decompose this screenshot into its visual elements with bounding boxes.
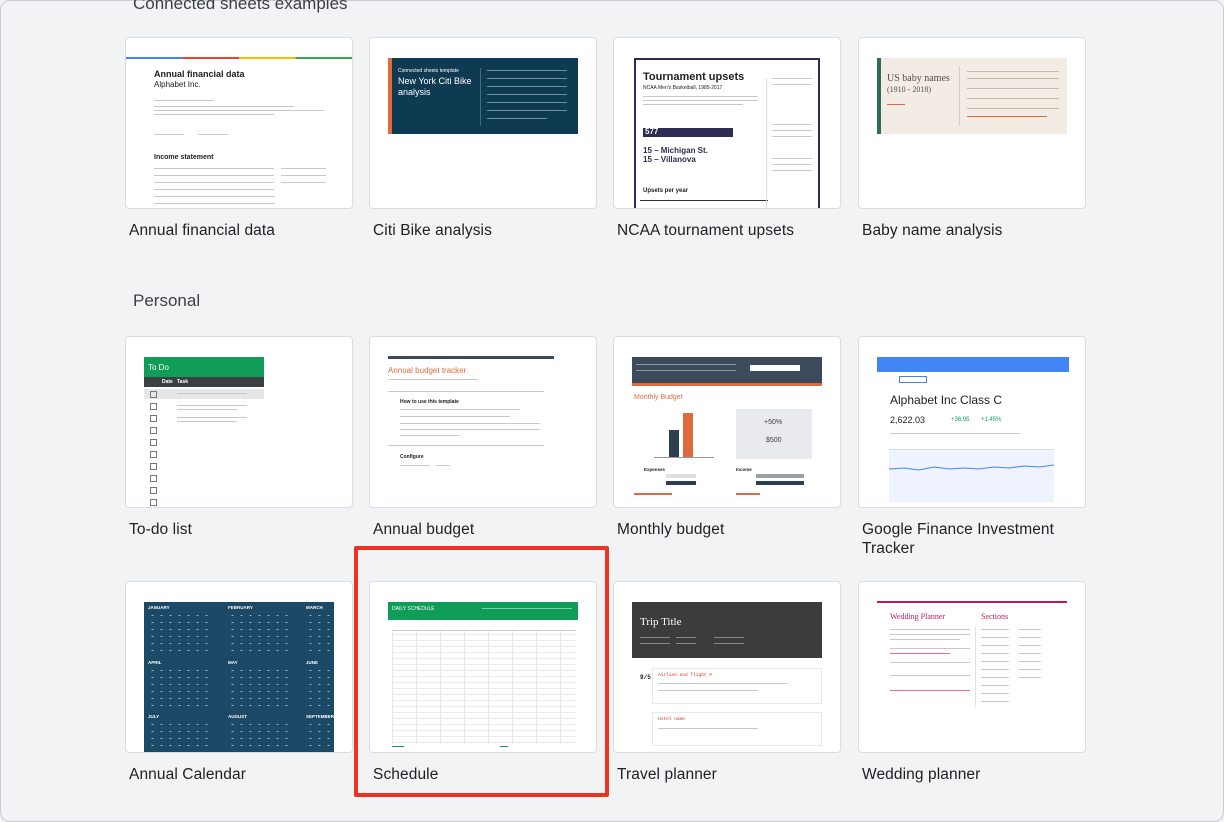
thumb-flight: Airline and flight # [658, 673, 713, 678]
template-thumbnail[interactable]: JANUARY FEBRUARY MARCH APRIL MAY JUNE JU… [125, 581, 353, 753]
thumb-kicker: Connected sheets template [398, 68, 459, 74]
template-thumbnail[interactable]: To Do Date Task [125, 336, 353, 508]
template-thumbnail[interactable]: Trip Title 9/5 Airline and flight # Hote… [613, 581, 841, 753]
section-title-personal: Personal [133, 291, 201, 310]
thumb-number: 577 [645, 127, 659, 136]
thumb-title: To Do [148, 363, 169, 372]
month-label: SEPTEMBER [306, 714, 335, 719]
thumb-line1: 15 – Michigan St. [643, 146, 708, 155]
thumb-subtitle: NCAA Men's Basketball, 1985-2017 [643, 85, 723, 91]
thumb-line2: 15 – Villanova [643, 155, 696, 164]
thumb-title: Trip Title [640, 616, 682, 628]
thumb-change: +36.95 [951, 417, 970, 423]
template-thumbnail[interactable]: Monthly Budget +50% $500 Expenses Income [613, 336, 841, 508]
template-card-google-finance-tracker[interactable]: Alphabet Inc Class C 2,622.03 +36.95 +1.… [858, 336, 1086, 558]
template-card-travel-planner[interactable]: Trip Title 9/5 Airline and flight # Hote… [613, 581, 841, 784]
month-label: APRIL [148, 660, 162, 665]
thumb-change-pct: +1.45% [981, 417, 1002, 423]
template-thumbnail[interactable]: Alphabet Inc Class C 2,622.03 +36.95 +1.… [858, 336, 1086, 508]
thumb-section-1: How to use this template [400, 399, 459, 405]
month-label: JUNE [306, 660, 319, 665]
thumb-subtitle: Alphabet Inc. [154, 80, 201, 89]
thumb-expenses: Expenses [644, 467, 666, 472]
thumb-stat-1: +50% [764, 419, 783, 426]
thumb-sections: Sections [981, 612, 1009, 621]
thumb-title: Tournament upsets [643, 71, 745, 83]
thumb-col-date: Date [162, 379, 173, 385]
thumb-subtitle: (1910 - 2018) [887, 85, 931, 94]
template-thumbnail[interactable]: Tournament upsets NCAA Men's Basketball,… [613, 37, 841, 209]
template-label[interactable]: To-do list [129, 520, 353, 539]
thumb-title: US baby names [887, 73, 950, 84]
template-label[interactable]: Annual budget [373, 520, 597, 539]
template-label[interactable]: Wedding planner [862, 765, 1086, 784]
month-label: MARCH [306, 605, 323, 610]
template-label[interactable]: Travel planner [617, 765, 841, 784]
template-card-to-do-list[interactable]: To Do Date Task To-do list [125, 336, 353, 539]
thumb-title: Alphabet Inc Class C [890, 393, 1003, 407]
template-thumbnail[interactable]: US baby names (1910 - 2018) [858, 37, 1086, 209]
template-label[interactable]: Baby name analysis [862, 221, 1086, 240]
thumb-section: Upsets per year [643, 188, 689, 194]
template-card-annual-calendar[interactable]: JANUARY FEBRUARY MARCH APRIL MAY JUNE JU… [125, 581, 353, 784]
thumb-title: Annual financial data [154, 69, 245, 79]
template-thumbnail[interactable]: Wedding Planner Sections [858, 581, 1086, 753]
thumb-title: Annual budget tracker [388, 366, 467, 375]
month-label: MAY [228, 660, 238, 665]
thumb-price: 2,622.03 [890, 415, 926, 425]
template-label[interactable]: Annual financial data [129, 221, 353, 240]
month-label: FEBRUARY [228, 605, 253, 610]
thumb-title: Wedding Planner [890, 612, 946, 621]
template-card-annual-budget[interactable]: Annual budget tracker How to use this te… [369, 336, 597, 539]
template-card-monthly-budget[interactable]: Monthly Budget +50% $500 Expenses Income… [613, 336, 841, 539]
template-card-wedding-planner[interactable]: Wedding Planner Sections Wedding planner [858, 581, 1086, 784]
template-card-ncaa-tournament-upsets[interactable]: Tournament upsets NCAA Men's Basketball,… [613, 37, 841, 240]
template-label[interactable]: Annual Calendar [129, 765, 353, 784]
template-thumbnail[interactable]: Annual financial data Alphabet Inc. Inco… [125, 37, 353, 209]
thumb-col-task: Task [177, 379, 189, 385]
template-card-citi-bike-analysis[interactable]: Connected sheets template New York Citi … [369, 37, 597, 240]
template-card-annual-financial-data[interactable]: Annual financial data Alphabet Inc. Inco… [125, 37, 353, 240]
template-thumbnail[interactable]: Annual budget tracker How to use this te… [369, 336, 597, 508]
thumb-hotel: Hotel name [658, 717, 686, 722]
template-label[interactable]: NCAA tournament upsets [617, 221, 841, 240]
thumb-title: New York Citi Bike analysis [398, 76, 472, 97]
brand-stripe [126, 57, 352, 59]
template-label[interactable]: Google Finance Investment Tracker [862, 520, 1086, 558]
selection-highlight [354, 546, 609, 797]
thumb-date: 9/5 [640, 674, 651, 681]
month-label: JANUARY [148, 605, 170, 610]
template-label[interactable]: Citi Bike analysis [373, 221, 597, 240]
month-label: JULY [148, 714, 160, 719]
template-label[interactable]: Monthly budget [617, 520, 841, 539]
month-label: AUGUST [228, 714, 247, 719]
template-card-baby-name-analysis[interactable]: US baby names (1910 - 2018) Baby name an… [858, 37, 1086, 240]
thumb-section-2: Configure [400, 454, 424, 460]
thumb-section: Income statement [154, 154, 214, 161]
thumb-income: Income [736, 467, 752, 472]
thumb-title: Monthly Budget [634, 394, 683, 401]
thumb-stat-2: $500 [766, 437, 782, 444]
price-chart [889, 464, 1054, 471]
template-thumbnail[interactable]: Connected sheets template New York Citi … [369, 37, 597, 209]
section-title-connected-sheets: Connected sheets examples [133, 0, 348, 13]
